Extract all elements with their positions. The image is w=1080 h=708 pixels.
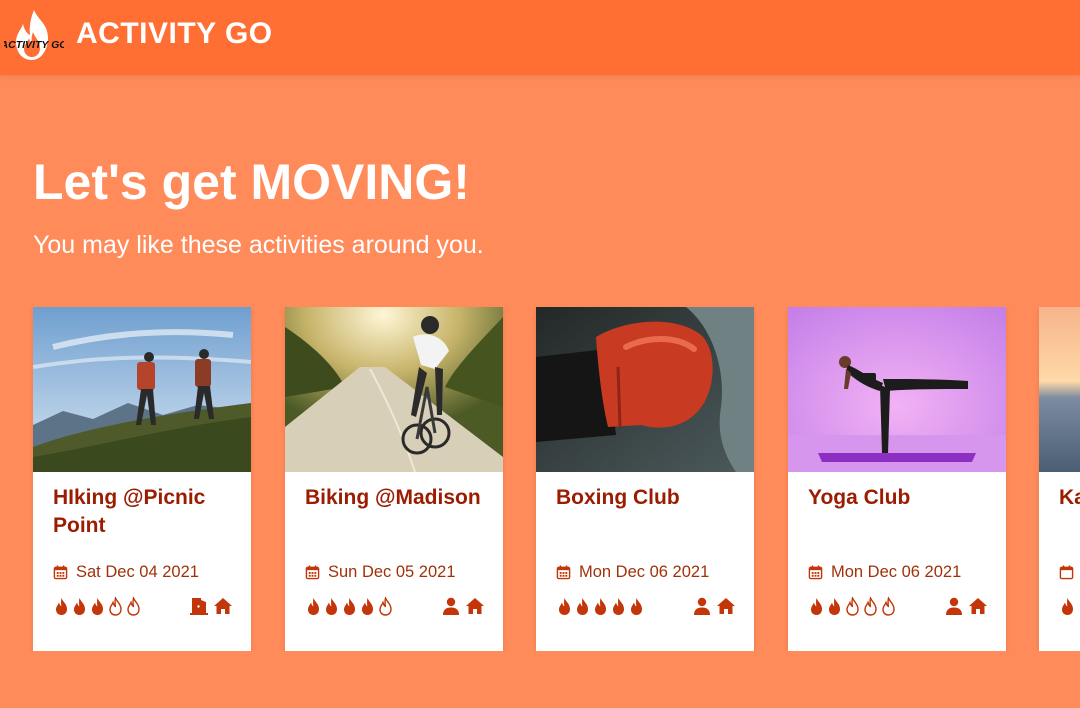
flame-filled-icon <box>628 597 645 616</box>
intensity-rating <box>808 596 897 616</box>
card-date: Sun Dec 05 2021 <box>305 562 456 582</box>
flame-filled-icon <box>826 597 843 616</box>
boxing-photo <box>536 307 754 472</box>
card-date: Sat Dec 04 2021 <box>53 562 199 582</box>
hero-title: Let's get MOVING! <box>33 154 470 210</box>
intensity-rating <box>556 597 645 616</box>
activity-card[interactable]: Ka Mo <box>1039 307 1080 651</box>
card-title: Ka Mo <box>1059 486 1080 509</box>
card-date-text: Sun Dec 05 2021 <box>328 562 456 581</box>
activity-card[interactable]: Yoga Club Mon Dec 06 2021 <box>788 307 1006 651</box>
card-date-text: Mon Dec 06 2021 <box>579 562 710 581</box>
flame-filled-icon <box>592 597 609 616</box>
intensity-rating <box>1059 597 1076 616</box>
intensity-rating <box>305 596 394 616</box>
card-footer <box>1059 595 1080 617</box>
calendar-icon <box>556 564 571 579</box>
top-bar: ACTIVITY GO ACTIVITY GO <box>0 0 1080 75</box>
flame-outline-icon <box>880 596 897 616</box>
flame-filled-icon <box>610 597 627 616</box>
person-icon <box>692 596 712 616</box>
flame-outline-icon <box>125 596 142 616</box>
card-date: Mon Dec 06 2021 <box>556 562 709 582</box>
card-tags <box>692 596 736 616</box>
hiking-photo <box>33 307 251 472</box>
activity-card[interactable]: HIking @Picnic Point Sat Dec 04 2021 <box>33 307 251 651</box>
flame-filled-icon <box>89 597 106 616</box>
activity-card[interactable]: Biking @Madison Sun Dec 05 2021 <box>285 307 503 651</box>
sunset-sea-photo <box>1039 307 1080 472</box>
flame-filled-icon <box>359 597 376 616</box>
card-footer <box>53 595 233 617</box>
calendar-icon <box>53 564 68 579</box>
app-logo[interactable]: ACTIVITY GO <box>0 8 67 64</box>
flame-filled-icon <box>574 597 591 616</box>
card-title: HIking @Picnic Point <box>53 486 206 537</box>
flame-filled-icon <box>341 597 358 616</box>
intensity-rating <box>53 596 142 616</box>
calendar-icon <box>808 564 823 579</box>
person-icon <box>944 596 964 616</box>
card-tags <box>441 596 485 616</box>
flame-outline-icon <box>844 596 861 616</box>
calendar-icon <box>1059 564 1074 579</box>
flame-outline-icon <box>862 596 879 616</box>
flame-filled-icon <box>323 597 340 616</box>
flame-filled-icon <box>53 597 70 616</box>
home-icon <box>213 596 233 616</box>
app-title: ACTIVITY GO <box>76 17 273 50</box>
activity-cards: HIking @Picnic Point Sat Dec 04 2021 Bik… <box>0 307 1080 651</box>
card-date-text: Mon Dec 06 2021 <box>831 562 962 581</box>
door-icon <box>189 596 209 616</box>
flame-filled-icon <box>71 597 88 616</box>
home-icon <box>716 596 736 616</box>
biking-photo <box>285 307 503 472</box>
home-icon <box>968 596 988 616</box>
card-title: Biking @Madison <box>305 486 481 509</box>
home-icon <box>465 596 485 616</box>
card-footer <box>556 595 736 617</box>
card-date <box>1059 562 1080 582</box>
person-icon <box>441 596 461 616</box>
yoga-photo <box>788 307 1006 472</box>
calendar-icon <box>305 564 320 579</box>
card-date: Mon Dec 06 2021 <box>808 562 961 582</box>
flame-outline-icon <box>377 596 394 616</box>
card-title: Yoga Club <box>808 486 911 509</box>
card-date-text: Sat Dec 04 2021 <box>76 562 199 581</box>
hero-subtitle: You may like these activities around you… <box>33 231 484 259</box>
card-tags <box>189 596 233 616</box>
svg-text:ACTIVITY GO: ACTIVITY GO <box>4 39 64 51</box>
flame-outline-icon <box>107 596 124 616</box>
card-title: Boxing Club <box>556 486 680 509</box>
card-footer <box>305 595 485 617</box>
flame-filled-icon <box>1059 597 1076 616</box>
card-footer <box>808 595 988 617</box>
flame-filled-icon <box>808 597 825 616</box>
flame-logo-icon: ACTIVITY GO <box>0 10 67 60</box>
activity-card[interactable]: Boxing Club Mon Dec 06 2021 <box>536 307 754 651</box>
flame-filled-icon <box>305 597 322 616</box>
flame-filled-icon <box>556 597 573 616</box>
card-tags <box>944 596 988 616</box>
